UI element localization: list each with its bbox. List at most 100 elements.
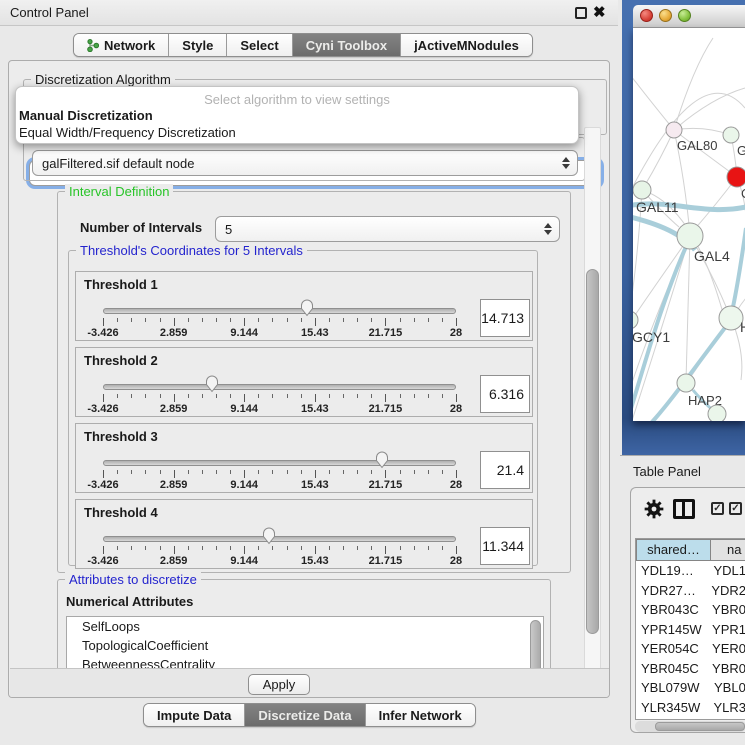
horizontal-scrollbar-thumb[interactable] xyxy=(655,722,745,731)
apply-button[interactable]: Apply xyxy=(248,674,310,695)
network-node[interactable] xyxy=(633,311,638,329)
scrollbar-thumb[interactable] xyxy=(586,269,599,634)
network-canvas[interactable]: GAL80GACGAL11GAL4GCY1HHAP2 xyxy=(633,28,745,421)
tick-mark xyxy=(216,546,217,550)
column-header-shared-name[interactable]: shared… xyxy=(636,539,711,561)
network-node[interactable] xyxy=(677,374,695,392)
cell-shared-name[interactable]: YIL052C xyxy=(636,717,711,720)
cell-shared-name[interactable]: YDL19… xyxy=(636,561,710,581)
scale-label: 2.859 xyxy=(160,479,188,491)
slider-track[interactable] xyxy=(103,460,456,466)
network-node[interactable] xyxy=(666,122,682,138)
network-node[interactable] xyxy=(723,127,739,143)
tab-jactivemnodules[interactable]: jActiveMNodules xyxy=(401,34,532,56)
node-label: GA xyxy=(737,143,745,158)
table-row[interactable]: YDR27… YDR2 xyxy=(636,581,745,601)
table-row[interactable]: YPR145W YPR1 xyxy=(636,620,745,640)
cell-name[interactable]: YDR2 xyxy=(708,581,745,601)
algorithm-dropdown-popup: Select algorithm to view settings Manual… xyxy=(15,86,579,144)
slider-track[interactable] xyxy=(103,384,456,390)
tab-style[interactable]: Style xyxy=(169,34,227,56)
dropdown-option-manual-discretization[interactable]: Manual Discretization xyxy=(19,108,153,123)
network-node[interactable] xyxy=(727,167,745,187)
cell-name[interactable]: YLR3 xyxy=(710,698,745,718)
close-icon[interactable]: ✖ xyxy=(593,3,606,21)
table-row[interactable]: YIL052C YIL0 xyxy=(636,717,745,720)
threshold-value[interactable]: 14.713 xyxy=(480,299,530,337)
num-intervals-combobox[interactable]: 5 xyxy=(215,216,560,242)
tick-mark xyxy=(301,470,302,474)
list-item[interactable]: TopologicalCoefficient xyxy=(67,636,543,655)
cell-shared-name[interactable]: YER054C xyxy=(636,639,709,659)
tab-network[interactable]: Network xyxy=(74,34,169,56)
dropdown-option-equal-width-frequency[interactable]: Equal Width/Frequency Discretization xyxy=(19,125,236,140)
tab-impute-data[interactable]: Impute Data xyxy=(144,704,245,726)
cell-shared-name[interactable]: YBR043C xyxy=(636,600,709,620)
tick-mark xyxy=(329,546,330,550)
cell-name[interactable]: YPR1 xyxy=(709,620,745,640)
table-row[interactable]: YBR043C YBR0 xyxy=(636,600,745,620)
cell-shared-name[interactable]: YBL079W xyxy=(636,678,711,698)
network-edge xyxy=(733,228,745,307)
tick-mark xyxy=(103,546,104,554)
cell-shared-name[interactable]: YLR345W xyxy=(636,698,710,718)
cell-shared-name[interactable]: YDR27… xyxy=(636,581,708,601)
tick-mark xyxy=(272,546,273,550)
tick-mark xyxy=(202,546,203,550)
table-row[interactable]: YLR345W YLR3 xyxy=(636,698,745,718)
tick-mark xyxy=(357,546,358,550)
network-node[interactable] xyxy=(677,223,703,249)
interval-definition-group: Interval Definition Number of Intervals … xyxy=(57,191,571,573)
tick-mark xyxy=(230,394,231,398)
cell-name[interactable]: YBR0 xyxy=(709,659,745,679)
threshold-value[interactable]: 21.4 xyxy=(480,451,530,489)
checkbox-icon[interactable]: ✓ xyxy=(729,502,742,515)
slider-track[interactable] xyxy=(103,308,456,314)
slider-thumb[interactable] xyxy=(204,374,220,393)
network-window-titlebar[interactable] xyxy=(633,5,745,28)
cell-name[interactable]: YBL0 xyxy=(711,678,745,698)
cell-name[interactable]: YIL0 xyxy=(711,717,745,720)
threshold-value[interactable]: 11.344 xyxy=(480,527,530,565)
tick-mark xyxy=(343,470,344,474)
tab-label: jActiveMNodules xyxy=(414,38,519,53)
scale-label: 9.144 xyxy=(230,327,258,339)
cell-name[interactable]: YBR0 xyxy=(709,600,745,620)
zoom-traffic-light-icon[interactable] xyxy=(678,9,691,22)
checkbox-icon[interactable]: ✓ xyxy=(711,502,724,515)
close-traffic-light-icon[interactable] xyxy=(640,9,653,22)
tick-mark xyxy=(442,394,443,398)
column-header-name[interactable]: na xyxy=(711,539,745,561)
minimize-traffic-light-icon[interactable] xyxy=(659,9,672,22)
column-layout-icon[interactable] xyxy=(673,499,695,519)
table-row[interactable]: YBR045C YBR0 xyxy=(636,659,745,679)
tick-mark xyxy=(456,318,457,326)
network-node[interactable] xyxy=(708,405,726,421)
list-item[interactable]: SelfLoops xyxy=(67,617,543,636)
scale-label: 9.144 xyxy=(230,555,258,567)
gear-icon[interactable] xyxy=(643,498,665,520)
cell-shared-name[interactable]: YPR145W xyxy=(636,620,709,640)
tick-mark xyxy=(258,318,259,322)
network-node[interactable] xyxy=(633,181,651,199)
cyni-toolbox-content: Discretization Algorithm Table Data galF… xyxy=(8,60,610,698)
float-window-icon[interactable] xyxy=(575,7,587,19)
horizontal-scrollbar-track[interactable] xyxy=(635,721,745,732)
cell-name[interactable]: YER0 xyxy=(709,639,745,659)
table-row[interactable]: YBL079W YBL0 xyxy=(636,678,745,698)
cell-shared-name[interactable]: YBR045C xyxy=(636,659,709,679)
slider-track[interactable] xyxy=(103,536,456,542)
table-row[interactable]: YDL19… YDL1 xyxy=(636,561,745,581)
tab-infer-network[interactable]: Infer Network xyxy=(366,704,475,726)
slider-thumb[interactable] xyxy=(374,450,390,469)
tick-mark xyxy=(442,318,443,322)
table-data-combobox[interactable]: galFiltered.sif default node xyxy=(32,150,578,176)
tab-select[interactable]: Select xyxy=(227,34,292,56)
slider-thumb[interactable] xyxy=(299,298,315,317)
tab-cyni-toolbox[interactable]: Cyni Toolbox xyxy=(293,34,401,56)
slider-thumb[interactable] xyxy=(261,526,277,545)
threshold-value[interactable]: 6.316 xyxy=(480,375,530,413)
table-row[interactable]: YER054C YER0 xyxy=(636,639,745,659)
tab-discretize-data[interactable]: Discretize Data xyxy=(245,704,365,726)
cell-name[interactable]: YDL1 xyxy=(710,561,745,581)
